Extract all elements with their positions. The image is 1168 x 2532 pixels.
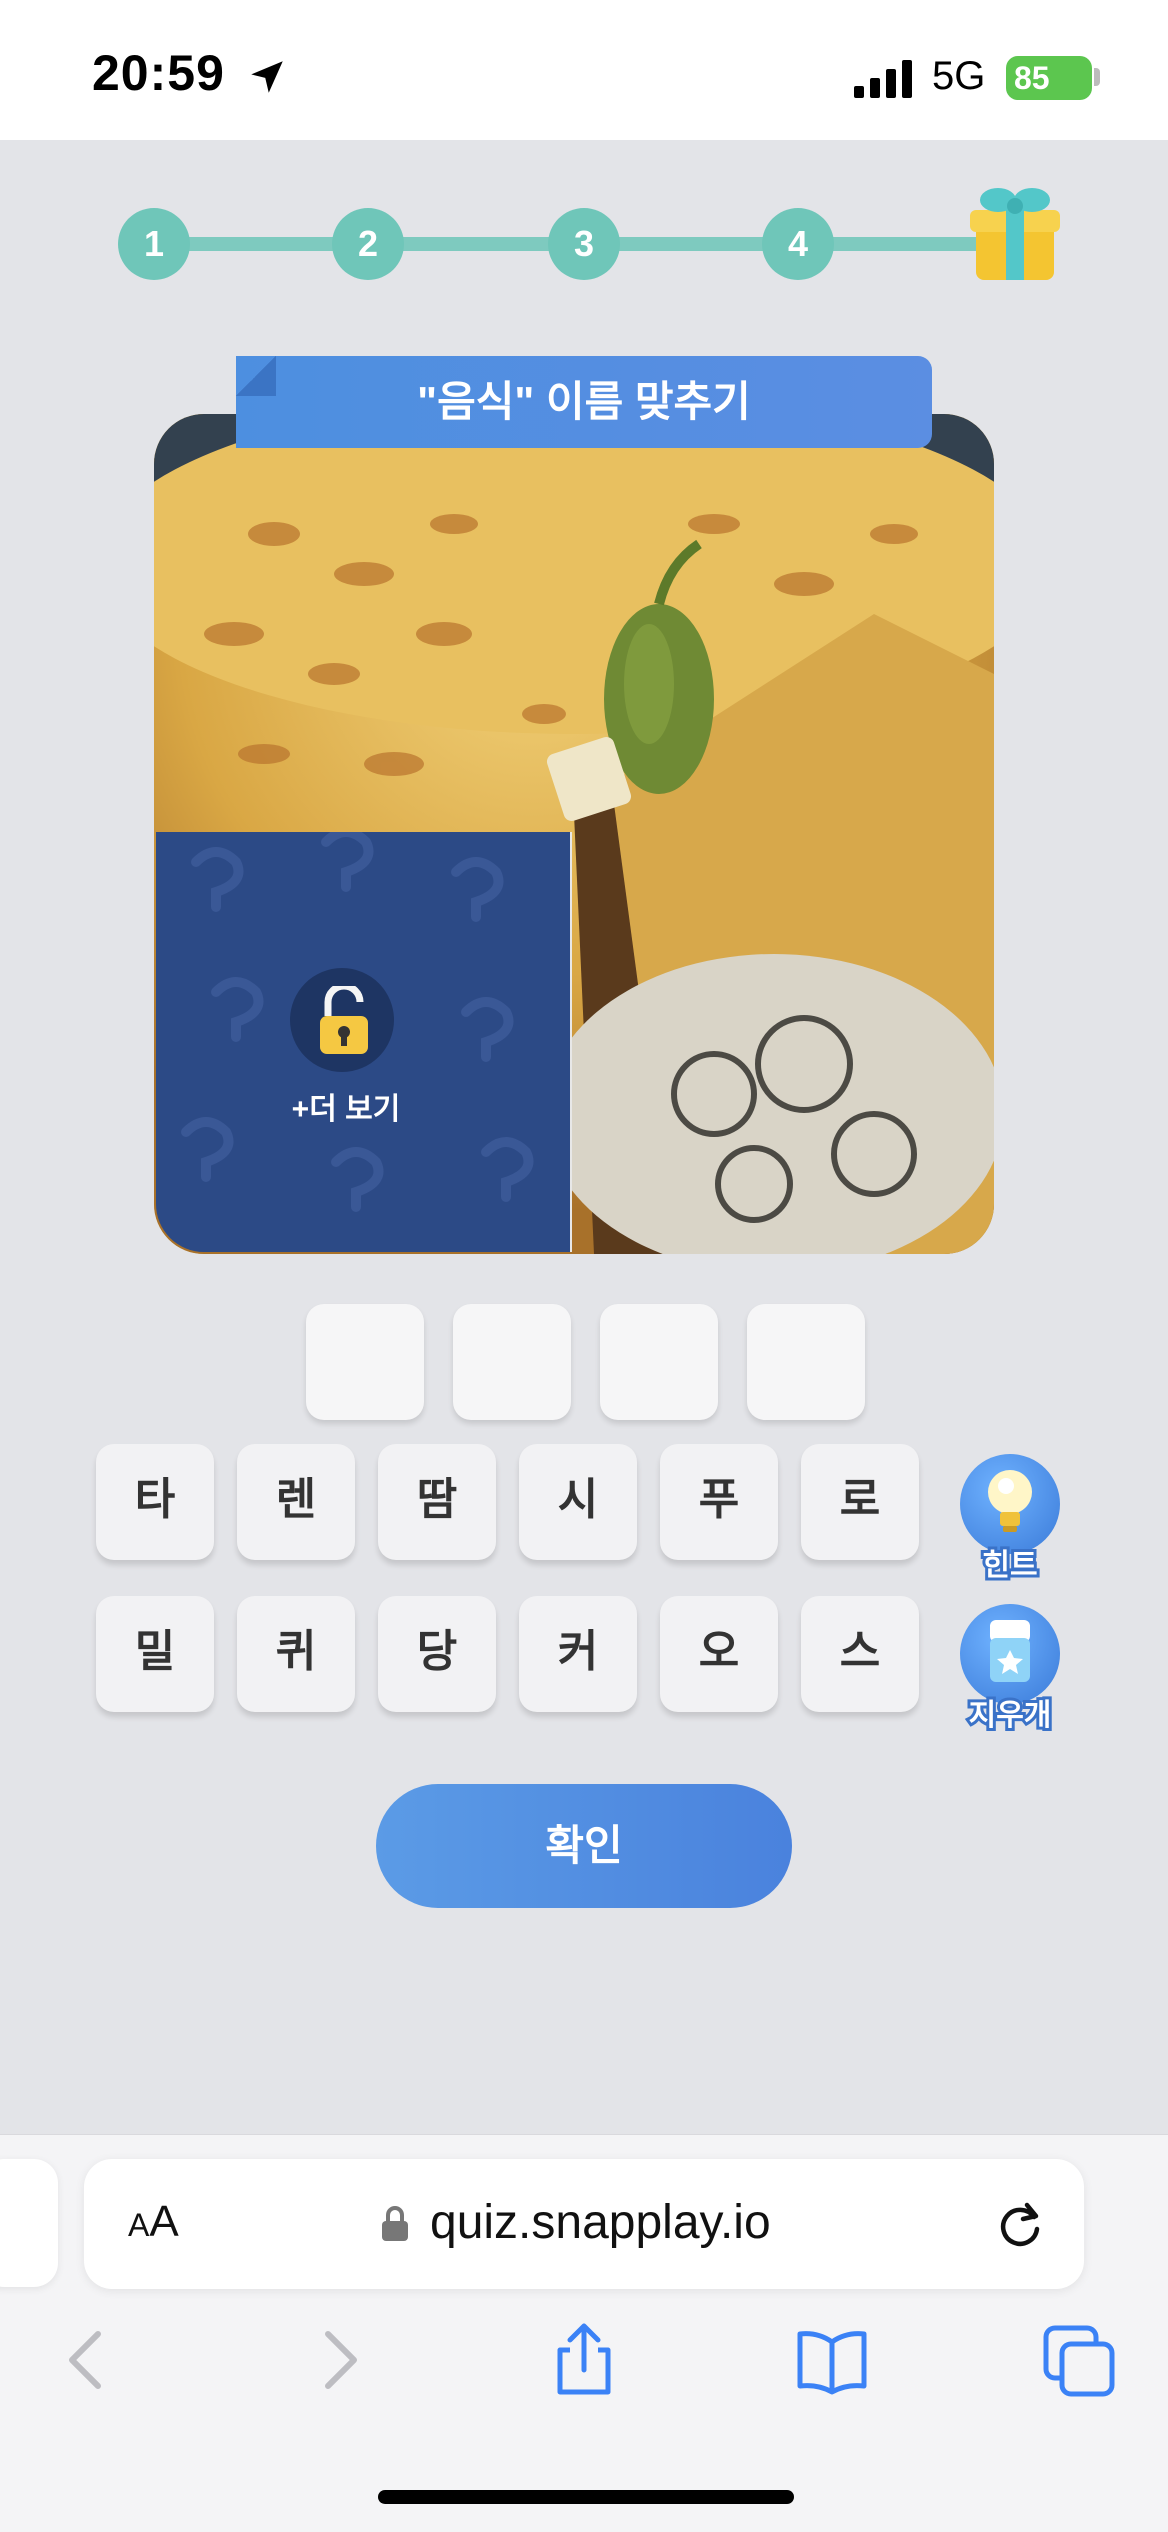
answer-slot-4[interactable] — [747, 1304, 865, 1420]
progress-step-1: 1 — [118, 208, 190, 280]
answer-slot-2[interactable] — [453, 1304, 571, 1420]
unlock-icon — [320, 986, 368, 1054]
letter-key[interactable]: 밀 — [96, 1596, 214, 1712]
quiz-title: "음식" 이름 맞추기 — [417, 378, 751, 425]
status-bar: 20:59 5G 85 — [0, 0, 1168, 140]
share-icon[interactable] — [544, 2320, 624, 2400]
unlock-button[interactable] — [290, 968, 394, 1072]
eraser-label-outline: 지우개 — [966, 1696, 1055, 1735]
letter-key[interactable]: 타 — [96, 1444, 214, 1560]
lock-icon — [382, 2206, 408, 2241]
progress-step-2: 2 — [332, 208, 404, 280]
hidden-tile[interactable]: +더 보기 — [156, 832, 572, 1252]
letter-key[interactable]: 로 — [801, 1444, 919, 1560]
letter-key[interactable]: 땀 — [378, 1444, 496, 1560]
text-size-button[interactable]: AA — [128, 2197, 179, 2247]
tabs-icon[interactable] — [1040, 2320, 1120, 2400]
bookmarks-icon[interactable] — [792, 2320, 872, 2400]
text-size-large-glyph: A — [149, 2197, 179, 2246]
eraser-icon — [990, 1620, 1030, 1682]
answer-slot-1[interactable] — [306, 1304, 424, 1420]
answer-slot-3[interactable] — [600, 1304, 718, 1420]
confirm-button[interactable]: 확인 — [376, 1784, 792, 1908]
signal-icon — [854, 60, 912, 98]
network-label: 5G — [932, 54, 986, 98]
letter-key[interactable]: 퀴 — [237, 1596, 355, 1712]
home-indicator[interactable] — [378, 2490, 794, 2504]
letter-key[interactable]: 스 — [801, 1596, 919, 1712]
previous-tab-preview[interactable] — [0, 2159, 58, 2287]
letter-key[interactable]: 당 — [378, 1596, 496, 1712]
address-bar[interactable]: AA quiz.snapplay.io — [84, 2159, 1084, 2289]
eraser-button[interactable]: 지우개 — [956, 1604, 1064, 1744]
quiz-image-card: +더 보기 — [154, 414, 994, 1254]
battery-level: 85 — [1014, 60, 1050, 96]
forward-icon[interactable] — [298, 2320, 378, 2400]
letter-key[interactable]: 푸 — [660, 1444, 778, 1560]
see-more-label[interactable]: +더 보기 — [236, 1084, 456, 1128]
letter-key[interactable]: 오 — [660, 1596, 778, 1712]
status-time: 20:59 — [92, 45, 225, 101]
progress-step-4: 4 — [762, 208, 834, 280]
letter-key[interactable]: 렌 — [237, 1444, 355, 1560]
location-arrow-icon — [251, 61, 283, 93]
progress-step-3: 3 — [548, 208, 620, 280]
back-icon[interactable] — [48, 2320, 128, 2400]
battery-icon: 85 — [1006, 56, 1092, 100]
gift-icon — [970, 188, 1060, 280]
lightbulb-icon — [988, 1470, 1032, 1532]
battery-cap — [1094, 68, 1100, 86]
hint-button[interactable]: 힌트 — [956, 1454, 1064, 1594]
letter-key[interactable]: 커 — [519, 1596, 637, 1712]
letter-key[interactable]: 시 — [519, 1444, 637, 1560]
url-text: quiz.snapplay.io — [430, 2196, 771, 2249]
reload-icon[interactable] — [994, 2199, 1046, 2251]
text-size-small-glyph: A — [128, 2207, 150, 2243]
hint-label-outline: 힌트 — [979, 1546, 1040, 1585]
